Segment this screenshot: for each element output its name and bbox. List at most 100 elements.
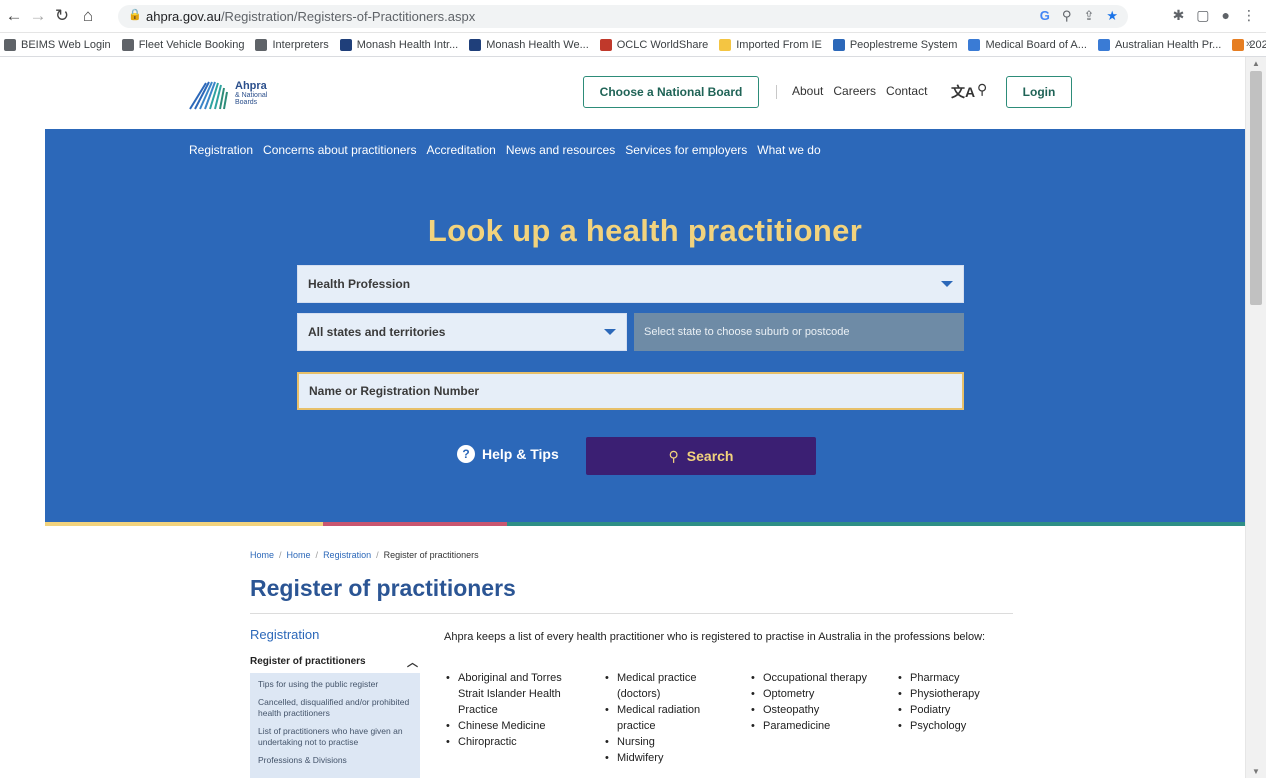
nav-item[interactable]: Services for employers	[625, 143, 747, 157]
profession-item: Chinese Medicine	[444, 718, 574, 734]
bookmark-favicon-icon	[1232, 38, 1245, 51]
bookmark-label: Australian Health Pr...	[1114, 38, 1222, 51]
suburb-postcode-field[interactable]: Select state to choose suburb or postcod…	[634, 313, 964, 351]
bookmark-star-icon[interactable]: ★	[1106, 8, 1118, 24]
bookmark-label: Imported From IE	[736, 38, 822, 51]
share-icon[interactable]: ⇪	[1083, 8, 1094, 24]
forward-icon[interactable]: →	[28, 6, 48, 26]
sidebar-heading[interactable]: Registration	[250, 627, 319, 642]
address-bar[interactable]: 🔒 ahpra.gov.au/Registration/Registers-of…	[118, 5, 1128, 28]
sidebar-item[interactable]: Cancelled, disqualified and/or prohibite…	[250, 694, 420, 723]
bookmark-item[interactable]: BEIMS Web Login	[4, 38, 111, 51]
colour-band-teal	[507, 522, 1245, 526]
bookmark-item[interactable]: Interpreters	[255, 38, 329, 51]
bookmark-item[interactable]: Imported From IE	[719, 38, 822, 51]
bookmark-item[interactable]: Medical Board of A...	[968, 38, 1087, 51]
sidebar-section-label: Register of practitioners	[250, 656, 366, 667]
bookmark-item[interactable]: Monash Health Intr...	[339, 38, 459, 51]
name-registration-input[interactable]: Name or Registration Number	[297, 372, 964, 410]
bookmark-label: Fleet Vehicle Booking	[138, 38, 245, 51]
bookmark-item[interactable]: Monash Health We...	[469, 38, 589, 51]
nav-item[interactable]: Registration	[189, 143, 253, 157]
intro-text: Ahpra keeps a list of every health pract…	[444, 631, 986, 643]
breadcrumb: Home / Home / Registration / Register of pract…	[250, 550, 479, 560]
profession-item: Psychology	[896, 718, 1016, 734]
nav-item[interactable]: Concerns about practitioners	[263, 143, 416, 157]
bookmark-favicon-icon	[4, 38, 16, 51]
profile-icon[interactable]: ●	[1222, 7, 1230, 24]
profession-item: Podiatry	[896, 702, 1016, 718]
bookmarks-more-icon[interactable]: »	[1246, 38, 1252, 50]
header-link[interactable]: Contact	[886, 84, 927, 98]
login-button[interactable]: Login	[1006, 76, 1072, 108]
profession-item: Chiropractic	[444, 734, 574, 750]
chevron-down-icon	[604, 329, 616, 335]
breadcrumb-link[interactable]: Home	[287, 550, 311, 560]
colour-band-pink	[323, 522, 507, 526]
google-icon[interactable]: G	[1040, 8, 1050, 24]
lookup-hero: Registration Concerns about practitioners…	[45, 129, 1245, 522]
help-tips-link[interactable]: ? Help & Tips	[457, 445, 559, 463]
scroll-thumb[interactable]	[1250, 71, 1262, 305]
nav-item[interactable]: What we do	[757, 143, 820, 157]
sidebar-item[interactable]: Professions & Divisions	[250, 752, 420, 770]
breadcrumb-link[interactable]: Registration	[323, 550, 371, 560]
colour-band-yellow	[45, 522, 323, 526]
bookmark-label: Monash Health Intr...	[356, 38, 459, 51]
zoom-icon[interactable]: ⚲	[1062, 8, 1072, 24]
breadcrumb-link[interactable]: Home	[250, 550, 274, 560]
bookmark-favicon-icon	[121, 38, 134, 51]
choose-national-board-button[interactable]: Choose a National Board	[583, 76, 759, 108]
header-link[interactable]: About	[792, 84, 823, 98]
sidebar-item[interactable]: Tips for using the public register	[250, 676, 420, 694]
reload-icon[interactable]: ↻	[52, 6, 72, 26]
profession-item: Optometry	[749, 686, 879, 702]
sidebar-item[interactable]: List of practitioners who have given an …	[250, 723, 420, 752]
profession-item: Midwifery	[603, 750, 733, 766]
help-tips-label: Help & Tips	[482, 446, 559, 462]
search-button[interactable]: ⚲ Search	[586, 437, 816, 475]
chevron-up-icon[interactable]: ︿	[407, 654, 418, 670]
bookmark-item[interactable]: OCLC WorldShare	[599, 38, 708, 51]
breadcrumb-separator: /	[315, 550, 319, 560]
nav-item[interactable]: News and resources	[506, 143, 615, 157]
menu-icon[interactable]: ⋮	[1242, 7, 1256, 24]
profession-item: Occupational therapy	[749, 670, 879, 686]
lock-icon: 🔒	[128, 9, 142, 21]
bookmark-label: Medical Board of A...	[985, 38, 1087, 51]
ahpra-logo[interactable]: Ahpra & National Boards	[188, 79, 284, 111]
header-links: About Careers Contact	[792, 84, 927, 98]
bookmark-item[interactable]: Australian Health Pr...	[1097, 38, 1222, 51]
title-divider	[250, 613, 1013, 614]
site-search-icon[interactable]: ⚲	[977, 81, 987, 98]
bookmark-label: Peoplestreme System	[849, 38, 958, 51]
logo-title: Ahpra	[235, 80, 267, 92]
bookmark-item[interactable]: Peoplestreme System	[832, 38, 958, 51]
page-scrollbar[interactable]: ▲ ▼	[1245, 57, 1266, 778]
health-profession-select[interactable]: Health Profession	[297, 265, 964, 303]
profession-list-4: PharmacyPhysiotherapyPodiatryPsychology	[896, 670, 1016, 734]
bookmark-item[interactable]: Fleet Vehicle Booking	[121, 38, 245, 51]
scroll-down-icon[interactable]: ▼	[1252, 767, 1260, 776]
bookmark-favicon-icon	[719, 38, 732, 51]
health-profession-value: Health Profession	[308, 277, 411, 291]
translate-icon[interactable]: 文A	[951, 82, 975, 102]
profession-item: Medical practice (doctors)	[603, 670, 733, 702]
side-panel-icon[interactable]: ▢	[1196, 7, 1209, 24]
nav-item[interactable]: Accreditation	[426, 143, 495, 157]
logo-subtitle-1: & National	[235, 92, 268, 99]
profession-item: Nursing	[603, 734, 733, 750]
scroll-up-icon[interactable]: ▲	[1252, 59, 1260, 68]
bookmark-favicon-icon	[968, 38, 981, 51]
search-button-label: Search	[686, 448, 734, 464]
profession-list-3: Occupational therapyOptometryOsteopathyP…	[749, 670, 879, 734]
header-link[interactable]: Careers	[833, 84, 876, 98]
back-icon[interactable]: ←	[4, 6, 24, 26]
profession-item: Physiotherapy	[896, 686, 1016, 702]
sidebar-list: Tips for using the public register Cancel…	[250, 673, 420, 778]
extensions-icon[interactable]: ✱	[1173, 7, 1185, 24]
url-text: ahpra.gov.au/Registration/Registers-of-P…	[146, 9, 476, 24]
home-icon[interactable]: ⌂	[78, 6, 98, 26]
sidebar-section-register[interactable]: Register of practitioners ︿	[250, 654, 420, 670]
state-select[interactable]: All states and territories	[297, 313, 627, 351]
